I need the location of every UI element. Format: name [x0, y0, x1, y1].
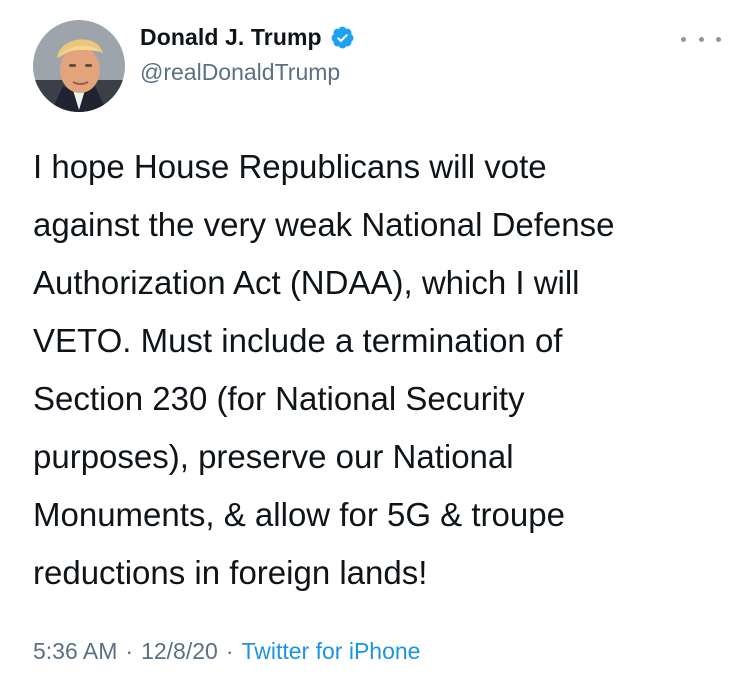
tweet-card: Donald J. Trump @realDonaldTrump I hope …	[0, 0, 750, 682]
more-dot	[681, 36, 686, 42]
tweet-text: I hope House Republicans will vote again…	[33, 138, 723, 602]
more-horizontal-icon[interactable]	[681, 32, 721, 46]
author-handle[interactable]: @realDonaldTrump	[140, 59, 340, 86]
verified-badge-icon	[330, 25, 355, 50]
more-dot	[698, 36, 704, 42]
tweet-source-link[interactable]: Twitter for iPhone	[241, 638, 420, 665]
tweet-text-line: Monuments, & allow for 5G & troupe	[33, 496, 565, 533]
meta-separator: ·	[225, 638, 234, 664]
author-name-row[interactable]: Donald J. Trump	[140, 24, 355, 51]
meta-separator: ·	[125, 638, 134, 664]
tweet-text-line: purposes), preserve our National	[33, 438, 514, 475]
tweet-meta: 5:36 AM · 12/8/20 · Twitter for iPhone	[33, 638, 420, 665]
tweet-text-line: Section 230 (for National Security	[33, 380, 525, 417]
tweet-text-line: I hope House Republicans will vote	[33, 148, 547, 185]
author-display-name[interactable]: Donald J. Trump	[140, 24, 322, 51]
tweet-text-line: Authorization Act (NDAA), which I will	[33, 264, 580, 301]
tweet-text-line: VETO. Must include a termination of	[33, 322, 563, 359]
avatar[interactable]	[33, 20, 125, 112]
tweet-time[interactable]: 5:36 AM	[33, 638, 117, 665]
tweet-text-line: reductions in foreign lands!	[33, 554, 428, 591]
more-dot	[716, 36, 721, 42]
tweet-date[interactable]: 12/8/20	[141, 638, 218, 665]
tweet-text-line: against the very weak National Defense	[33, 206, 615, 243]
